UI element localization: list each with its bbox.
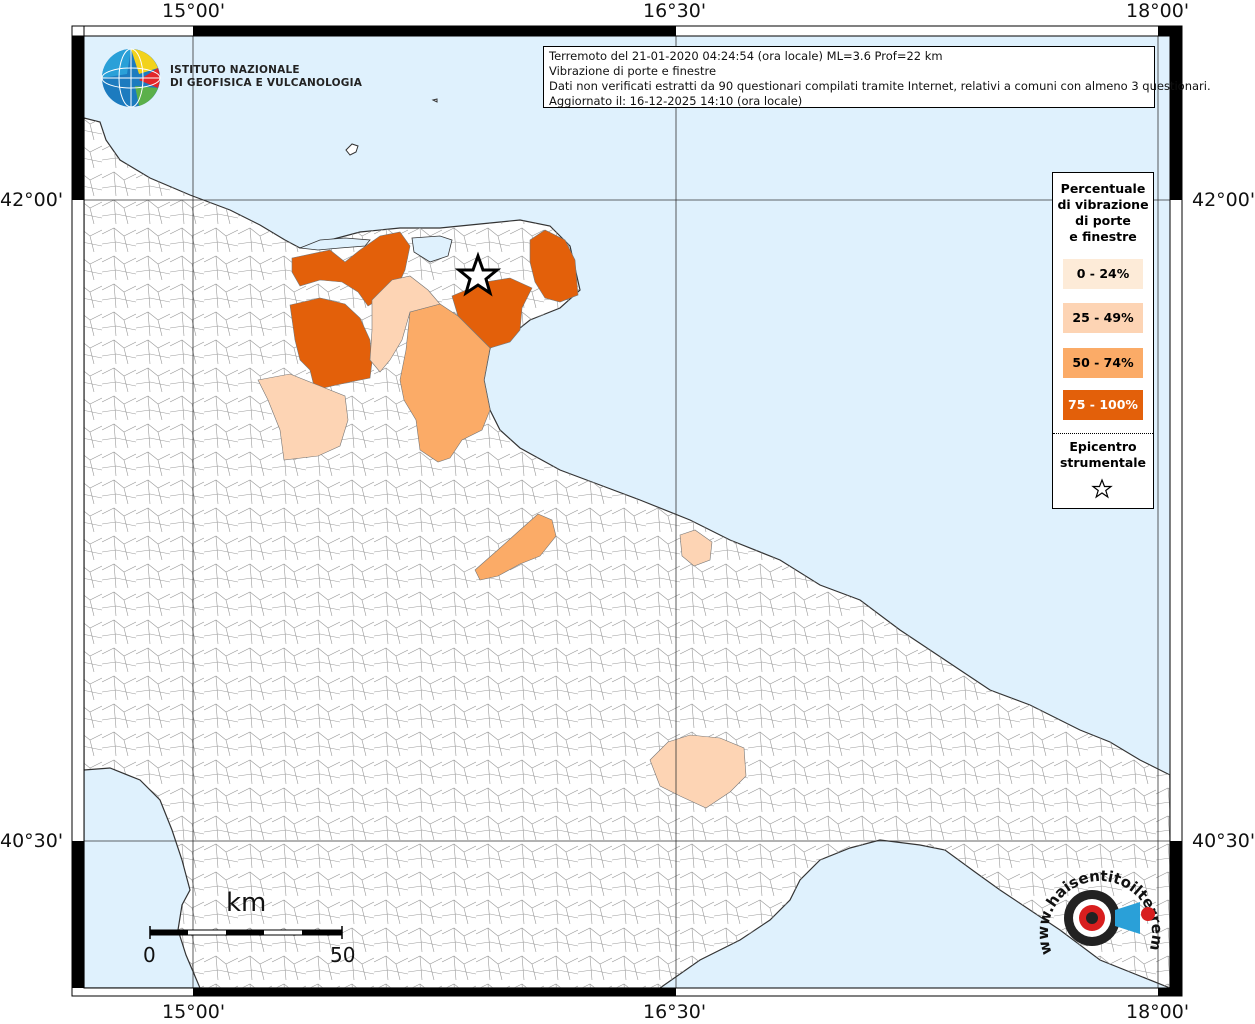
lon-tick-15: 15°00' xyxy=(162,0,226,22)
ingv-logo-text: ISTITUTO NAZIONALE DI GEOFISICA E VULCAN… xyxy=(170,64,362,90)
scale-max: 50 xyxy=(330,943,356,967)
info-line-parameter: Vibrazione di porte e finestre xyxy=(549,64,717,78)
legend-class-50-74: 50 - 74% xyxy=(1063,348,1143,378)
legend-class-75-100: 75 - 100% xyxy=(1063,390,1143,420)
lat-tick-42-right: 42°00' xyxy=(1192,189,1255,211)
ingv-line2: DI GEOFISICA E VULCANOLOGIA xyxy=(170,77,363,89)
ingv-logo-icon xyxy=(101,48,161,108)
legend: Percentuale di vibrazione di porte e fin… xyxy=(1052,172,1154,509)
legend-separator xyxy=(1053,433,1153,434)
info-line-updated: Aggiornato il: 16-12-2025 14:10 (ora loc… xyxy=(549,94,803,108)
lat-tick-42: 42°00' xyxy=(0,189,64,211)
lon-tick-18-bottom: 18°00' xyxy=(1126,1001,1190,1023)
legend-title-line: e finestre xyxy=(1069,229,1137,244)
legend-title-line: Percentuale xyxy=(1060,181,1146,196)
lon-tick-16-30: 16°30' xyxy=(643,0,707,22)
legend-epicenter-line: Epicentro xyxy=(1069,439,1137,454)
ingv-line1: ISTITUTO NAZIONALE xyxy=(170,64,300,76)
lat-tick-40-30: 40°30' xyxy=(0,830,64,852)
lon-tick-16-30-bottom: 16°30' xyxy=(643,1001,707,1023)
lon-tick-15-bottom: 15°00' xyxy=(162,1001,226,1023)
legend-epicenter-line: strumentale xyxy=(1059,455,1147,470)
scale-unit: km xyxy=(226,888,267,918)
legend-class-0-24: 0 - 24% xyxy=(1063,259,1143,289)
earthquake-info-box: Terremoto del 21-01-2020 04:24:54 (ora l… xyxy=(543,46,1211,108)
lon-tick-18: 18°00' xyxy=(1126,0,1190,22)
scale-min: 0 xyxy=(143,943,156,967)
legend-title-line: di vibrazione xyxy=(1057,197,1149,212)
legend-title-line: di porte xyxy=(1075,213,1131,228)
legend-star-icon xyxy=(1091,478,1113,499)
legend-epicenter-label: Epicentro strumentale xyxy=(1053,439,1153,471)
info-line-event: Terremoto del 21-01-2020 04:24:54 (ora l… xyxy=(549,49,943,63)
legend-title: Percentuale di vibrazione di porte e fin… xyxy=(1053,181,1153,245)
legend-class-25-49: 25 - 49% xyxy=(1063,303,1143,333)
info-line-source: Dati non verificati estratti da 90 quest… xyxy=(549,79,1211,93)
lat-tick-40-30-right: 40°30' xyxy=(1192,830,1255,852)
haisentito-logo-icon: www.haisentitoilterremoto.it xyxy=(1030,848,1166,957)
